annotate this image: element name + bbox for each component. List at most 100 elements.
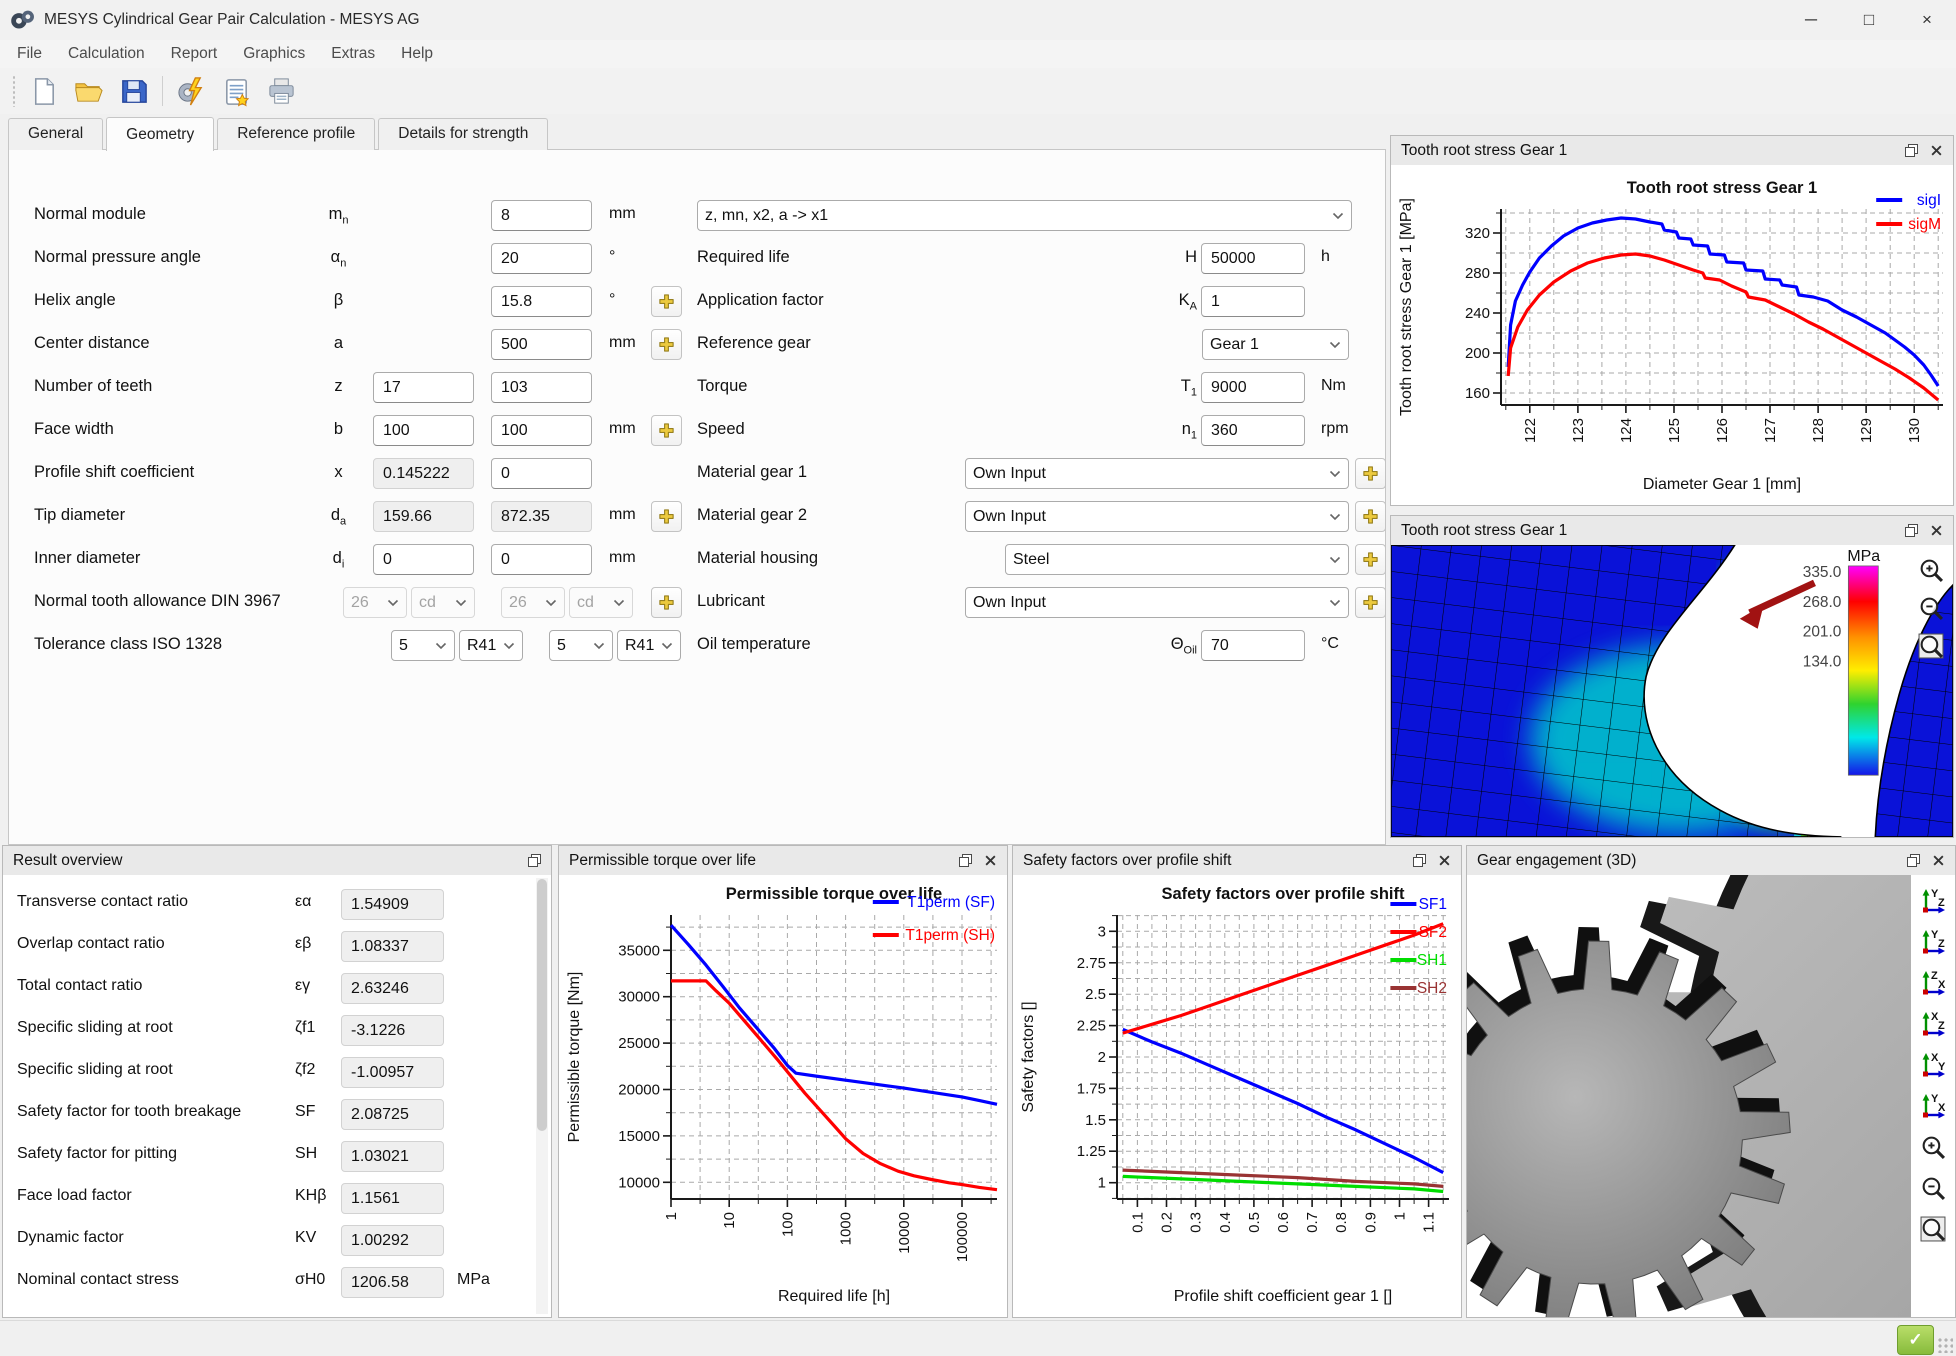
input-helix-angle[interactable] — [491, 286, 592, 317]
close-button[interactable]: × — [1898, 0, 1956, 40]
axis-view-icon-4[interactable]: X Z — [1917, 1008, 1949, 1040]
close-panel-icon[interactable] — [1925, 140, 1947, 162]
tab-details-for-strength[interactable]: Details for strength — [378, 118, 548, 150]
float-panel-icon[interactable] — [1900, 520, 1922, 542]
result-[interactable] — [341, 889, 444, 920]
input-required-life[interactable] — [1201, 243, 1305, 274]
plus-button-face-width[interactable] — [651, 415, 682, 446]
plus-button-material-gear-2[interactable] — [1355, 501, 1386, 532]
save-file-icon[interactable] — [114, 72, 152, 110]
results-scrollbar[interactable] — [536, 878, 548, 1314]
open-file-icon[interactable] — [69, 72, 107, 110]
input-face-width-gear2[interactable] — [491, 415, 592, 446]
menu-file[interactable]: File — [4, 42, 55, 66]
zoom-window-icon[interactable] — [1916, 631, 1946, 661]
select-calculation-mode[interactable]: z, mn, x2, a -> x1 — [697, 200, 1352, 231]
calculation-ok-button[interactable]: ✓ — [1897, 1325, 1934, 1355]
menu-extras[interactable]: Extras — [318, 42, 388, 66]
print-icon[interactable] — [262, 72, 300, 110]
zoom-window-icon[interactable] — [1917, 1213, 1949, 1245]
close-panel-icon[interactable] — [1925, 520, 1947, 542]
minimize-button[interactable]: ─ — [1782, 0, 1840, 40]
result-h0[interactable] — [341, 1267, 444, 1298]
input-profile-shift-coefficient-gear2[interactable] — [491, 458, 592, 489]
menu-help[interactable]: Help — [388, 42, 446, 66]
input-normal-module[interactable] — [491, 200, 592, 231]
result-kh[interactable] — [341, 1183, 444, 1214]
plus-button-material-gear-1[interactable] — [1355, 458, 1386, 489]
input-normal-pressure-angle[interactable] — [491, 243, 592, 274]
menu-calculation[interactable]: Calculation — [55, 42, 158, 66]
select-tolerance-class-iso-1328-1[interactable]: 5 — [391, 630, 455, 661]
select-normal-tooth-allowance-din-3967-1[interactable]: 26 — [343, 587, 407, 618]
close-panel-icon[interactable] — [1927, 850, 1949, 872]
axis-view-icon-5[interactable]: X Y — [1917, 1049, 1949, 1081]
close-panel-icon[interactable] — [1433, 850, 1455, 872]
zoom-in-icon[interactable] — [1917, 1131, 1949, 1163]
scrollbar-thumb[interactable] — [537, 879, 547, 1131]
select-tolerance-class-iso-1328-4[interactable]: R41 — [617, 630, 681, 661]
axis-view-icon-6[interactable]: Y X — [1917, 1090, 1949, 1122]
result-kv[interactable] — [341, 1225, 444, 1256]
tab-general[interactable]: General — [8, 118, 103, 150]
input-center-distance[interactable] — [491, 329, 592, 360]
input-application-factor[interactable] — [1201, 286, 1305, 317]
input-tip-diameter-gear1[interactable] — [373, 501, 474, 532]
axis-view-icon-1[interactable]: Y Z — [1917, 885, 1949, 917]
close-panel-icon[interactable] — [979, 850, 1001, 872]
zoom-out-icon[interactable] — [1917, 1172, 1949, 1204]
select-material-gear-2[interactable]: Own Input — [965, 501, 1349, 532]
result-sf[interactable] — [341, 1099, 444, 1130]
input-profile-shift-coefficient-gear1[interactable] — [373, 458, 474, 489]
input-inner-diameter-gear2[interactable] — [491, 544, 592, 575]
menu-graphics[interactable]: Graphics — [230, 42, 318, 66]
select-normal-tooth-allowance-din-3967-3[interactable]: 26 — [501, 587, 565, 618]
float-panel-icon[interactable] — [1902, 850, 1924, 872]
resize-grip[interactable] — [1937, 1337, 1953, 1353]
new-document-icon[interactable] — [24, 72, 62, 110]
input-inner-diameter-gear1[interactable] — [373, 544, 474, 575]
input-number-of-teeth-gear1[interactable] — [373, 372, 474, 403]
select-tolerance-class-iso-1328-2[interactable]: R41 — [459, 630, 523, 661]
input-oil-temperature[interactable] — [1201, 630, 1305, 661]
select-material-housing[interactable]: Steel — [1005, 544, 1349, 575]
input-speed[interactable] — [1201, 415, 1305, 446]
axis-view-icon-3[interactable]: Z X — [1917, 967, 1949, 999]
report-icon[interactable] — [217, 72, 255, 110]
input-number-of-teeth-gear2[interactable] — [491, 372, 592, 403]
input-face-width-gear1[interactable] — [373, 415, 474, 446]
plus-button-helix-angle[interactable] — [651, 286, 682, 317]
calculate-icon[interactable] — [172, 72, 210, 110]
result-f1[interactable] — [341, 1015, 444, 1046]
zoom-in-icon[interactable] — [1916, 555, 1946, 585]
select-material-gear-1[interactable]: Own Input — [965, 458, 1349, 489]
result-f2[interactable] — [341, 1057, 444, 1088]
plus-button-tip-diameter[interactable] — [651, 501, 682, 532]
select-tolerance-class-iso-1328-3[interactable]: 5 — [549, 630, 613, 661]
gear-engagement-3d-view[interactable] — [1467, 875, 1911, 1317]
maximize-button[interactable]: □ — [1840, 0, 1898, 40]
form-row-application-factor: Application factorKA — [689, 280, 1385, 323]
axis-view-icon-2[interactable]: Y Z — [1917, 926, 1949, 958]
result-[interactable] — [341, 973, 444, 1004]
select-reference-gear[interactable]: Gear 1 — [1202, 329, 1349, 360]
plus-button-material-housing[interactable] — [1355, 544, 1386, 575]
plus-button-normal-tooth-allowance-din-3967[interactable] — [651, 587, 682, 618]
tab-reference-profile[interactable]: Reference profile — [217, 118, 375, 150]
select-lubricant[interactable]: Own Input — [965, 587, 1349, 618]
float-panel-icon[interactable] — [954, 850, 976, 872]
plus-button-center-distance[interactable] — [651, 329, 682, 360]
float-panel-icon[interactable] — [523, 850, 545, 872]
float-panel-icon[interactable] — [1408, 850, 1430, 872]
select-normal-tooth-allowance-din-3967-4[interactable]: cd — [569, 587, 633, 618]
result-[interactable] — [341, 931, 444, 962]
select-normal-tooth-allowance-din-3967-2[interactable]: cd — [411, 587, 475, 618]
input-torque[interactable] — [1201, 372, 1305, 403]
float-panel-icon[interactable] — [1900, 140, 1922, 162]
input-tip-diameter-gear2[interactable] — [491, 501, 592, 532]
tab-geometry[interactable]: Geometry — [106, 117, 214, 151]
menu-report[interactable]: Report — [158, 42, 231, 66]
zoom-out-icon[interactable] — [1916, 593, 1946, 623]
result-sh[interactable] — [341, 1141, 444, 1172]
plus-button-lubricant[interactable] — [1355, 587, 1386, 618]
